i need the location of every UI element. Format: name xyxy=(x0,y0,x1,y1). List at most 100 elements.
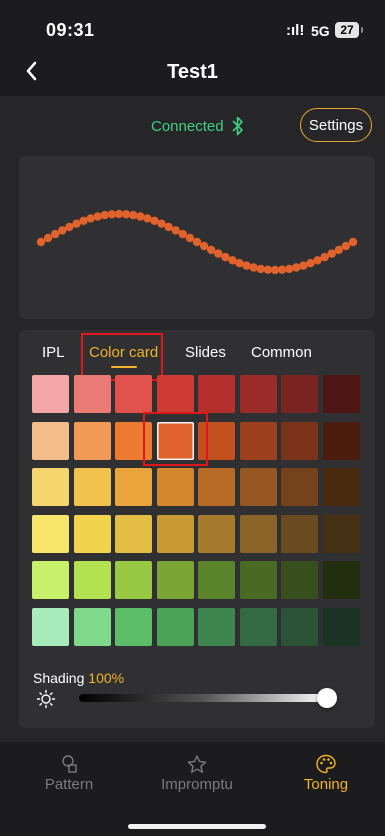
color-swatch[interactable] xyxy=(156,375,194,413)
led-dot xyxy=(178,229,187,239)
color-swatch[interactable] xyxy=(156,561,194,599)
settings-button[interactable]: Settings xyxy=(300,108,372,142)
color-swatch[interactable] xyxy=(156,514,194,553)
color-swatch[interactable] xyxy=(281,468,318,506)
led-dot xyxy=(136,212,145,221)
led-dot xyxy=(277,265,287,274)
tabbar-item-pattern[interactable]: Pattern xyxy=(14,754,124,793)
color-swatch[interactable] xyxy=(32,375,69,413)
color-swatch[interactable] xyxy=(281,561,318,599)
color-swatch[interactable] xyxy=(115,607,152,646)
tab-common[interactable]: Common xyxy=(251,344,312,361)
color-swatch[interactable] xyxy=(73,421,111,460)
led-dot xyxy=(100,210,110,220)
color-swatch[interactable] xyxy=(73,607,111,646)
color-swatch[interactable] xyxy=(32,468,69,506)
tabbar-label: Pattern xyxy=(44,776,94,793)
color-swatch[interactable] xyxy=(32,421,69,460)
tabbar-label: Toning xyxy=(303,776,349,793)
led-dot xyxy=(36,237,46,247)
color-swatch[interactable] xyxy=(322,468,360,506)
page-title: Test1 xyxy=(167,61,218,83)
color-swatch[interactable] xyxy=(198,561,235,599)
shading-label: Shading 100% xyxy=(33,670,124,686)
color-panel: IPL Color card Slides Common Shading 100… xyxy=(19,330,375,728)
color-swatch[interactable] xyxy=(32,607,69,646)
battery-icon: 27 xyxy=(335,22,363,38)
color-swatch[interactable] xyxy=(239,561,277,599)
led-dot xyxy=(51,229,60,239)
led-dot xyxy=(86,214,95,223)
color-swatch[interactable] xyxy=(198,468,235,506)
color-swatch[interactable] xyxy=(32,561,69,599)
color-swatch[interactable] xyxy=(281,375,318,413)
bluetooth-icon xyxy=(232,115,244,137)
color-swatch[interactable] xyxy=(239,514,277,553)
impromptu-icon xyxy=(186,754,208,774)
color-swatch[interactable] xyxy=(115,514,152,553)
shading-slider-thumb[interactable] xyxy=(317,688,337,708)
color-swatch[interactable] xyxy=(73,468,111,506)
color-swatch[interactable] xyxy=(156,468,194,506)
home-indicator xyxy=(128,824,266,829)
tabbar-item-impromptu[interactable]: Impromptu xyxy=(142,754,252,793)
led-dot xyxy=(185,233,195,243)
led-dot xyxy=(43,233,53,243)
tab-ipl[interactable]: IPL xyxy=(42,344,65,361)
tabbar-label: Impromptu xyxy=(161,776,233,793)
color-swatch[interactable] xyxy=(115,468,152,506)
status-time: 09:31 xyxy=(46,20,95,40)
color-swatch[interactable] xyxy=(322,375,360,413)
highlight-box-swatch xyxy=(143,412,208,466)
color-swatch[interactable] xyxy=(322,561,360,599)
led-dot xyxy=(348,237,358,247)
color-swatch[interactable] xyxy=(239,468,277,506)
led-dot xyxy=(341,241,351,251)
led-dot xyxy=(121,210,131,219)
color-swatch[interactable] xyxy=(115,375,152,413)
color-swatch[interactable] xyxy=(32,514,69,553)
color-swatch[interactable] xyxy=(281,607,318,646)
color-swatch[interactable] xyxy=(198,514,235,553)
led-dot xyxy=(292,263,301,272)
shading-label-text: Shading xyxy=(33,670,85,686)
color-swatch[interactable] xyxy=(322,421,360,460)
led-preview xyxy=(19,156,375,319)
shading-slider-track[interactable] xyxy=(79,694,329,702)
color-swatch[interactable] xyxy=(73,375,111,413)
nav-bar: Test1 xyxy=(0,50,385,96)
led-dot xyxy=(334,245,343,255)
network-type: 5G xyxy=(311,23,330,39)
color-swatch[interactable] xyxy=(73,561,111,599)
color-swatch[interactable] xyxy=(322,514,360,553)
color-swatch[interactable] xyxy=(115,561,152,599)
color-swatch[interactable] xyxy=(239,607,277,646)
color-swatch[interactable] xyxy=(198,607,235,646)
color-swatch[interactable] xyxy=(156,607,194,646)
color-swatch[interactable] xyxy=(198,375,235,413)
led-dot xyxy=(171,226,180,235)
led-strip-preview xyxy=(36,209,358,275)
bottom-tab-bar: Pattern Impromptu Toning xyxy=(0,742,385,836)
color-swatch[interactable] xyxy=(281,514,318,553)
led-dot xyxy=(327,249,336,258)
led-dot xyxy=(199,241,209,251)
led-dot xyxy=(207,245,216,255)
tabbar-item-toning[interactable]: Toning xyxy=(271,754,381,793)
highlight-box-tab xyxy=(81,333,163,381)
color-swatch[interactable] xyxy=(281,421,318,460)
led-dot xyxy=(129,210,138,220)
brightness-icon xyxy=(36,689,56,709)
led-dot xyxy=(242,261,251,270)
color-swatch[interactable] xyxy=(239,375,277,413)
color-swatch[interactable] xyxy=(239,421,277,460)
palette-icon xyxy=(315,754,337,774)
color-swatch[interactable] xyxy=(73,514,111,553)
color-swatch[interactable] xyxy=(322,607,360,646)
connection-status: Connected xyxy=(151,118,224,135)
pattern-icon xyxy=(58,754,80,774)
led-dot xyxy=(93,212,102,221)
main-content: Connected Settings IPL Color card Slides… xyxy=(0,96,385,742)
led-dot xyxy=(249,263,258,272)
tab-slides[interactable]: Slides xyxy=(185,344,226,361)
